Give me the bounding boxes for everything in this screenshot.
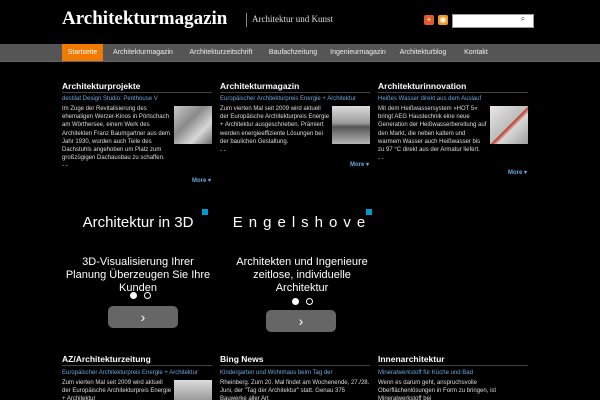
article-thumbnail[interactable] — [174, 380, 212, 400]
article-thumbnail[interactable] — [174, 106, 212, 144]
site-title[interactable]: Architekturmagazin — [62, 8, 227, 30]
main-nav: Startseite Architekturmagazin Architektu… — [0, 44, 600, 62]
article-link[interactable]: Kindergarten und Wohnhaus beim Tag der — [220, 370, 333, 376]
article-dots: - - — [378, 156, 384, 162]
article-excerpt: Rheinberg. Zum 20. Mal findet am Wochene… — [220, 380, 370, 400]
article-link[interactable]: destilat Design Studio: Penthouse V — [62, 96, 158, 102]
nav-item-architekturblog[interactable]: Architekturblog — [394, 44, 452, 61]
nav-item-baufachzeitung[interactable]: Baufachzeitung — [264, 44, 322, 61]
title-separator — [246, 13, 247, 27]
section-title-az-architekturzeitung[interactable]: AZ/Architekturzeitung — [62, 354, 151, 364]
section-divider — [220, 92, 370, 93]
section-title-architekturprojekte[interactable]: Architekturprojekte — [62, 81, 140, 91]
section-title-innenarchitektur[interactable]: Innenarchitektur — [378, 354, 445, 364]
advertisement[interactable]: Engelshove Architekten und Ingenieure ze… — [226, 208, 378, 334]
section-divider — [378, 92, 528, 93]
article-excerpt: Zum vierten Mal seit 2009 wird aktuell d… — [62, 380, 172, 400]
carousel-dot[interactable] — [130, 292, 137, 299]
nav-item-kontakt[interactable]: Kontakt — [457, 44, 495, 61]
section-divider — [62, 365, 212, 366]
ad-subtitle: 3D-Visualisierung Ihrer Planung Überzeug… — [65, 256, 211, 294]
ad-next-button[interactable]: › — [108, 306, 178, 328]
section-divider — [378, 365, 528, 366]
carousel-dot[interactable] — [144, 292, 151, 299]
article-excerpt: Zum vierten Mal seit 2009 wird aktuell d… — [220, 106, 330, 145]
ad-subtitle: Architekten und Ingenieure zeitlose, ind… — [236, 256, 368, 294]
ad-next-button[interactable]: › — [266, 310, 336, 332]
rss-icon[interactable]: ◉ — [438, 15, 448, 25]
section-title-architekturmagazin[interactable]: Architekturmagazin — [220, 81, 299, 91]
site-header: Architekturmagazin Architektur und Kunst… — [0, 0, 600, 44]
article-link[interactable]: Heißes Wasser direkt aus dem Auslauf — [378, 96, 481, 102]
more-link[interactable]: More ▾ — [192, 177, 211, 184]
article-excerpt: Mit dem Heißwassersystem »HOT 5« bringt … — [378, 106, 487, 154]
advertisement[interactable]: Architektur in 3D 3D-Visualisierung Ihre… — [62, 208, 214, 334]
ad-title[interactable]: Engelshove — [226, 214, 378, 231]
nav-item-startseite[interactable]: Startseite — [62, 44, 103, 61]
add-icon[interactable]: + — [424, 15, 434, 25]
article-link[interactable]: Mineralwerkstoff für Küche und Bad — [378, 370, 473, 376]
more-link[interactable]: More ▾ — [508, 169, 527, 176]
section-title-architekturinnovation[interactable]: Architekturinnovation — [378, 81, 466, 91]
article-link[interactable]: Europäischer Architekturpreis Energie + … — [220, 96, 356, 102]
article-excerpt: Im Zuge der Revitalisierung des ehemalig… — [62, 106, 171, 161]
nav-item-architekturzeitschrift[interactable]: Architekturzeitschrift — [182, 44, 260, 61]
site-tagline: Architektur und Kunst — [252, 14, 333, 24]
nav-item-architekturmagazin[interactable]: Architekturmagazin — [108, 44, 178, 61]
carousel-dot[interactable] — [292, 298, 299, 305]
article-dots: - - — [220, 148, 226, 154]
more-link[interactable]: More ▾ — [350, 161, 369, 168]
article-thumbnail[interactable] — [332, 106, 370, 144]
section-divider — [220, 365, 370, 366]
section-title-bing-news[interactable]: Bing News — [220, 354, 263, 364]
ad-title[interactable]: Architektur in 3D — [62, 214, 214, 231]
carousel-dot[interactable] — [306, 298, 313, 305]
article-link[interactable]: Europäischer Architekturpreis Energie + … — [62, 370, 198, 376]
article-thumbnail[interactable] — [490, 106, 528, 144]
section-divider — [62, 92, 212, 93]
article-excerpt: Wenn es darum geht, anspruchsvolle Oberf… — [378, 380, 497, 400]
article-dots: - - — [62, 163, 68, 169]
search-icon[interactable]: ⌕ — [518, 14, 528, 24]
nav-item-ingenieurmagazin[interactable]: Ingenieurmagazin — [326, 44, 390, 61]
